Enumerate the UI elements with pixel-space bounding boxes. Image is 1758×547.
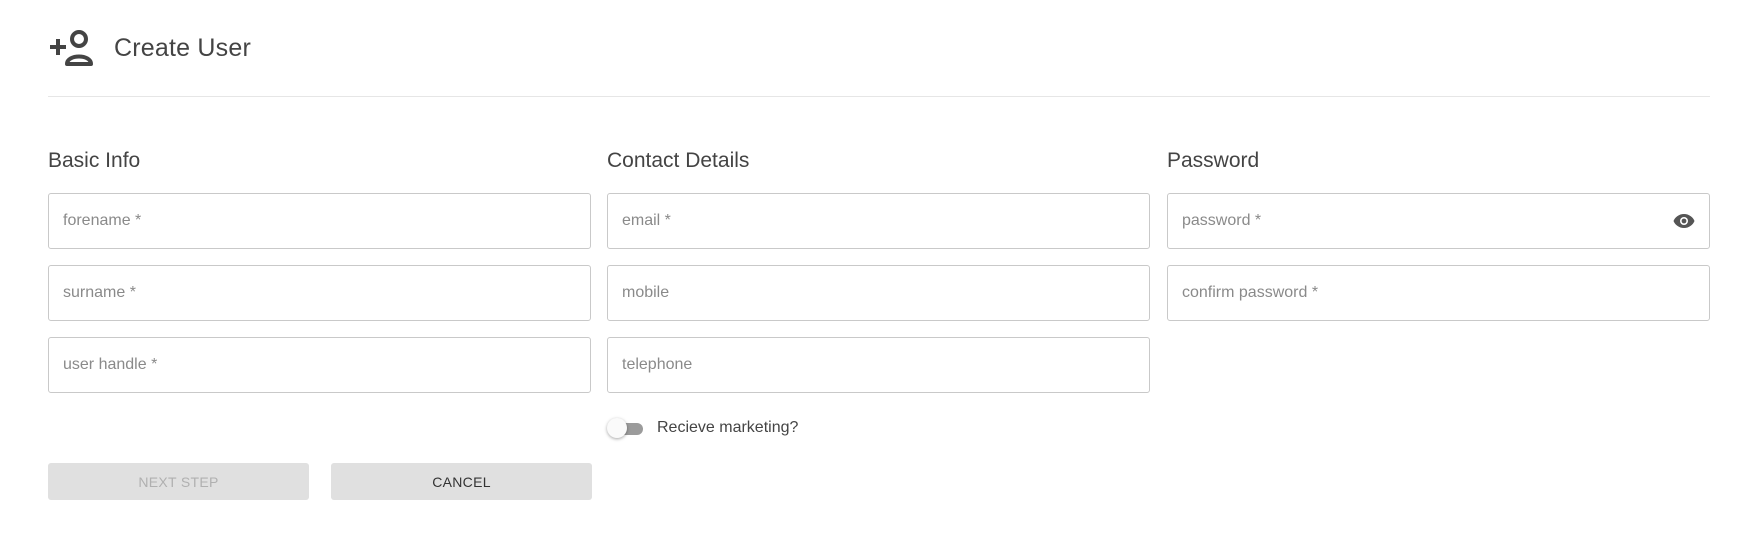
eye-icon[interactable] <box>1671 208 1697 234</box>
surname-input[interactable] <box>49 266 590 320</box>
marketing-toggle-row: Recieve marketing? <box>607 416 798 440</box>
marketing-label: Recieve marketing? <box>657 419 799 436</box>
forename-input[interactable] <box>49 194 590 248</box>
mobile-field-container <box>607 265 1150 321</box>
user-handle-field-container <box>48 337 591 393</box>
email-input[interactable] <box>608 194 1149 248</box>
contact-details-title: Contact Details <box>607 149 750 172</box>
contact-details-section: Contact Details <box>607 149 1150 409</box>
basic-info-section: Basic Info <box>48 149 591 409</box>
telephone-field-container <box>607 337 1150 393</box>
password-input[interactable] <box>1168 194 1709 248</box>
surname-field-container <box>48 265 591 321</box>
marketing-toggle[interactable] <box>607 417 643 439</box>
password-title: Password <box>1167 149 1260 172</box>
email-field-container <box>607 193 1150 249</box>
create-user-page: Create User Basic Info Contact Details P… <box>0 0 1758 547</box>
user-handle-input[interactable] <box>49 338 590 392</box>
person-add-icon <box>48 28 96 68</box>
basic-info-title: Basic Info <box>48 149 141 172</box>
page-title: Create User <box>114 33 251 62</box>
toggle-thumb <box>607 418 627 438</box>
password-section: Password <box>1167 149 1710 337</box>
confirm-password-input[interactable] <box>1168 266 1709 320</box>
forename-field-container <box>48 193 591 249</box>
telephone-input[interactable] <box>608 338 1149 392</box>
password-field-container <box>1167 193 1710 249</box>
page-header: Create User <box>48 26 251 70</box>
confirm-password-field-container <box>1167 265 1710 321</box>
mobile-input[interactable] <box>608 266 1149 320</box>
header-divider <box>48 96 1710 97</box>
next-step-button[interactable]: NEXT STEP <box>48 463 309 500</box>
action-buttons: NEXT STEP CANCEL <box>48 463 592 500</box>
cancel-button[interactable]: CANCEL <box>331 463 592 500</box>
